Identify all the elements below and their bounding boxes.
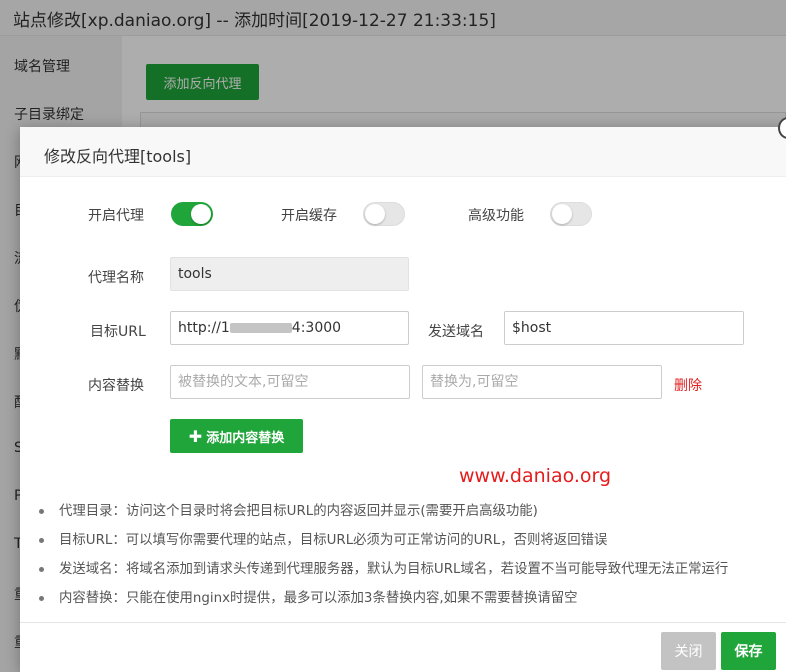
bullet-icon bbox=[39, 509, 44, 514]
watermark: www.daniao.org bbox=[459, 465, 612, 487]
edit-reverse-proxy-dialog: 修改反向代理[tools] 开启代理 开启缓存 高级功能 代理名称 目标URL … bbox=[20, 117, 786, 672]
send-domain-input[interactable] bbox=[504, 311, 744, 345]
tip-item: 内容替换：只能在使用nginx时提供，最多可以添加3条替换内容,如果不需要替换请… bbox=[37, 584, 782, 613]
target-url-label: 目标URL bbox=[90, 324, 146, 340]
replace-from-input[interactable] bbox=[170, 365, 410, 399]
bullet-icon bbox=[39, 538, 44, 543]
proxy-name-label: 代理名称 bbox=[88, 270, 144, 286]
toggle-knob bbox=[191, 204, 211, 224]
add-content-replace-button[interactable]: ✚ 添加内容替换 bbox=[170, 419, 303, 453]
advanced-features-toggle[interactable] bbox=[550, 202, 592, 226]
plus-icon: ✚ bbox=[188, 426, 203, 446]
target-url-input[interactable]: http://1 4:3000 bbox=[170, 311, 409, 345]
advanced-features-label: 高级功能 bbox=[468, 208, 524, 224]
replace-to-input[interactable] bbox=[422, 365, 662, 399]
redacted-mask bbox=[229, 323, 292, 333]
enable-proxy-toggle[interactable] bbox=[171, 202, 213, 226]
enable-cache-toggle[interactable] bbox=[363, 202, 405, 226]
tip-item: 目标URL：可以填写你需要代理的站点，目标URL必须为可正常访问的URL，否则将… bbox=[37, 526, 782, 555]
tip-item: 发送域名：将域名添加到请求头传递到代理服务器，默认为目标URL域名，若设置不当可… bbox=[37, 555, 782, 584]
target-url-suffix: 4:3000 bbox=[291, 320, 342, 336]
content-replace-label: 内容替换 bbox=[88, 378, 144, 394]
help-tips: 代理目录：访问这个目录时将会把目标URL的内容返回并显示(需要开启高级功能) 目… bbox=[37, 497, 782, 613]
enable-cache-label: 开启缓存 bbox=[281, 208, 337, 224]
proxy-name-input bbox=[170, 257, 409, 291]
add-content-replace-label: 添加内容替换 bbox=[206, 430, 285, 446]
toggle-knob bbox=[552, 204, 572, 224]
enable-proxy-label: 开启代理 bbox=[88, 208, 144, 224]
save-button[interactable]: 保存 bbox=[721, 632, 776, 670]
tip-text: 目标URL：可以填写你需要代理的站点，目标URL必须为可正常访问的URL，否则将… bbox=[59, 533, 608, 548]
dialog-title: 修改反向代理[tools] bbox=[20, 127, 786, 177]
bullet-icon bbox=[39, 596, 44, 601]
tip-text: 发送域名：将域名添加到请求头传递到代理服务器，默认为目标URL域名，若设置不当可… bbox=[59, 562, 729, 577]
dialog-footer: 关闭 保存 bbox=[20, 622, 786, 672]
toggle-knob bbox=[365, 204, 385, 224]
bullet-icon bbox=[39, 567, 44, 572]
delete-replace-link[interactable]: 删除 bbox=[674, 375, 702, 395]
target-url-prefix: http://1 bbox=[178, 320, 230, 336]
send-domain-label: 发送域名 bbox=[428, 324, 484, 340]
tip-item: 代理目录：访问这个目录时将会把目标URL的内容返回并显示(需要开启高级功能) bbox=[37, 497, 782, 526]
tip-text: 代理目录：访问这个目录时将会把目标URL的内容返回并显示(需要开启高级功能) bbox=[59, 504, 538, 519]
close-button[interactable]: 关闭 bbox=[661, 632, 716, 670]
tip-text: 内容替换：只能在使用nginx时提供，最多可以添加3条替换内容,如果不需要替换请… bbox=[59, 591, 578, 606]
